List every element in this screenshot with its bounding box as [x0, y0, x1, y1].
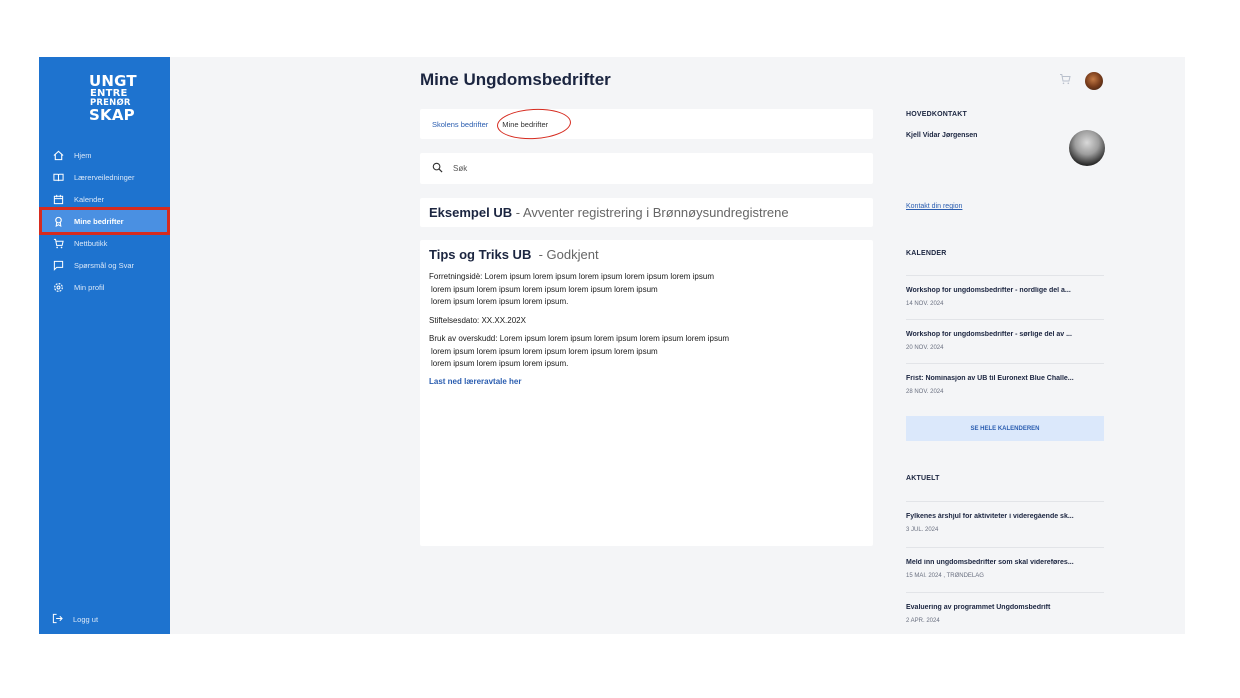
- logo-line: SKAP: [89, 105, 135, 124]
- news-title: Evaluering av programmet Ungdomsbedrift: [906, 604, 1051, 611]
- sidebar-item-hjem[interactable]: Hjem: [39, 144, 170, 166]
- news-item[interactable]: Evaluering av programmet Ungdomsbedrift …: [906, 592, 1104, 624]
- chat-icon: [52, 259, 64, 271]
- news-date: 15 MAI. 2024 , TRØNDELAG: [906, 573, 984, 579]
- app-window: UNGT ENTRE PRENØR SKAP Hjem Lærerveiledn…: [39, 57, 1185, 634]
- sidebar-item-label: Spørsmål og Svar: [74, 260, 135, 270]
- sidebar-item-label: Min profil: [74, 282, 105, 292]
- sidebar-item-sporsmal-og-svar[interactable]: Spørsmål og Svar: [39, 254, 170, 276]
- cart-icon: [52, 237, 64, 249]
- home-icon: [52, 149, 64, 161]
- calendar-icon: [52, 193, 64, 205]
- logo[interactable]: UNGT ENTRE PRENØR SKAP: [89, 74, 137, 123]
- cart-icon[interactable]: [1059, 72, 1071, 90]
- news-title: Meld inn ungdomsbedrifter som skal vider…: [906, 559, 1074, 566]
- sidebar-item-label: Mine bedrifter: [74, 216, 124, 226]
- news-date: 2 APR. 2024: [906, 618, 940, 624]
- event-date: 28 NOV. 2024: [906, 389, 944, 395]
- sidebar: UNGT ENTRE PRENØR SKAP Hjem Lærerveiledn…: [39, 57, 170, 634]
- company-name: Tips og Triks UB: [429, 247, 532, 262]
- calendar-label: KALENDER: [906, 250, 947, 257]
- news-item[interactable]: Meld inn ungdomsbedrifter som skal vider…: [906, 547, 1104, 579]
- company-status: - Avventer registrering i Brønnøysundreg…: [515, 205, 789, 220]
- business-idea-line: lorem ipsum lorem ipsum lorem ipsum lore…: [431, 284, 658, 294]
- calendar-event[interactable]: Frist: Nominasjon av UB til Euronext Blu…: [906, 363, 1104, 395]
- book-icon: [52, 171, 64, 183]
- search-field[interactable]: Søk: [420, 153, 873, 184]
- sidebar-item-label: Lærerveiledninger: [74, 172, 135, 182]
- sidebar-item-min-profil[interactable]: Min profil: [39, 276, 170, 298]
- profit-use-line: Bruk av overskudd: Lorem ipsum lorem ips…: [429, 334, 730, 343]
- logout-icon: [52, 613, 63, 626]
- user-avatar[interactable]: [1085, 72, 1103, 90]
- news-item[interactable]: Fylkenes årshjul for aktiviteter i vider…: [906, 501, 1104, 533]
- business-idea: Forretningsidè: Lorem ipsum lorem ipsum …: [429, 271, 864, 309]
- news-label: AKTUELT: [906, 475, 940, 482]
- calendar-event[interactable]: Workshop for ungdomsbedrifter - nordlige…: [906, 275, 1104, 307]
- tab-skolens-bedrifter[interactable]: Skolens bedrifter: [432, 120, 488, 129]
- page-title: Mine Ungdomsbedrifter: [420, 70, 611, 89]
- contact-label: HOVEDKONTAKT: [906, 111, 967, 118]
- profit-use-line: lorem ipsum lorem ipsum lorem ipsum.: [431, 359, 569, 368]
- contact-region-link[interactable]: Kontakt din region: [906, 203, 962, 210]
- see-full-calendar-button[interactable]: SE HELE KALENDEREN: [906, 416, 1104, 441]
- contact-avatar: [1069, 130, 1105, 166]
- sidebar-item-laererveiledninger[interactable]: Lærerveiledninger: [39, 166, 170, 188]
- download-agreement-link[interactable]: Last ned læreravtale her: [429, 377, 864, 386]
- event-date: 14 NOV. 2024: [906, 301, 944, 307]
- company-heading: Tips og Triks UB - Godkjent: [429, 247, 864, 262]
- highlight-circle: [496, 106, 573, 141]
- event-title: Workshop for ungdomsbedrifter - nordlige…: [906, 287, 1071, 294]
- logout-label: Logg ut: [73, 615, 99, 624]
- profit-use-line: lorem ipsum lorem ipsum lorem ipsum lore…: [431, 346, 658, 356]
- contact-name: Kjell Vidar Jørgensen: [906, 132, 978, 139]
- company-details-card: Tips og Triks UB - Godkjent Forretningsi…: [420, 240, 873, 546]
- sidebar-item-nettbutikk[interactable]: Nettbutikk: [39, 232, 170, 254]
- tab-bar: Skolens bedrifter Mine bedrifter: [420, 106, 873, 141]
- sidebar-item-label: Hjem: [74, 150, 92, 160]
- company-status: - Godkjent: [538, 247, 599, 262]
- company-card-eksempel[interactable]: Eksempel UB - Avventer registrering i Br…: [420, 198, 873, 227]
- sidebar-item-label: Kalender: [74, 194, 105, 204]
- calendar-event[interactable]: Workshop for ungdomsbedrifter - sørlige …: [906, 319, 1104, 351]
- founding-date: Stiftelsesdato: XX.XX.202X: [429, 315, 526, 325]
- sidebar-item-label: Nettbutikk: [74, 238, 108, 248]
- event-title: Workshop for ungdomsbedrifter - sørlige …: [906, 331, 1072, 338]
- search-placeholder: Søk: [453, 164, 468, 173]
- logout-button[interactable]: Logg ut: [52, 613, 98, 626]
- tab-mine-bedrifter[interactable]: Mine bedrifter: [496, 106, 573, 141]
- sidebar-item-mine-bedrifter[interactable]: Mine bedrifter: [39, 207, 170, 235]
- logo-line: UNGT: [89, 72, 137, 90]
- search-icon: [432, 162, 443, 175]
- event-date: 20 NOV. 2024: [906, 345, 944, 351]
- business-idea-line: Forretningsidè: Lorem ipsum lorem ipsum …: [429, 272, 714, 281]
- sidebar-nav: Hjem Lærerveiledninger Kalender Mine bed…: [39, 144, 170, 298]
- event-title: Frist: Nominasjon av UB til Euronext Blu…: [906, 375, 1074, 382]
- header-icons: [1059, 72, 1103, 90]
- business-idea-line: lorem ipsum lorem ipsum lorem ipsum.: [431, 297, 569, 306]
- news-date: 3 JUL. 2024: [906, 527, 939, 533]
- company-name: Eksempel UB: [429, 205, 513, 220]
- news-title: Fylkenes årshjul for aktiviteter i vider…: [906, 513, 1074, 520]
- profit-use: Bruk av overskudd: Lorem ipsum lorem ips…: [429, 333, 864, 371]
- badge-icon: [52, 215, 64, 227]
- gear-icon: [52, 281, 64, 293]
